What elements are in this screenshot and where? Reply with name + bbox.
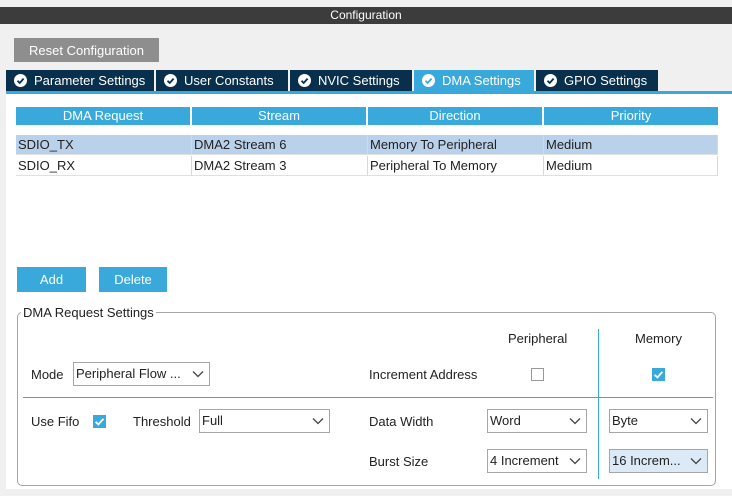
- burst-size-label: Burst Size: [369, 454, 429, 469]
- tab-gpio-settings[interactable]: GPIO Settings: [536, 70, 658, 91]
- tab-label: DMA Settings: [442, 73, 521, 88]
- threshold-value: Full: [202, 413, 223, 428]
- chevron-down-icon: [690, 458, 702, 465]
- column-header-dma-request[interactable]: DMA Request: [16, 107, 192, 125]
- increment-address-label: Increment Address: [369, 367, 478, 382]
- check-circle-icon: [14, 74, 27, 87]
- column-header-direction[interactable]: Direction: [368, 107, 544, 125]
- tab-label: User Constants: [184, 73, 274, 88]
- checkmark-icon: [653, 371, 664, 379]
- chevron-down-icon: [192, 371, 204, 378]
- memory-data-width-select[interactable]: Byte: [609, 409, 708, 433]
- use-fifo-label: Use Fifo: [31, 414, 80, 429]
- cell-dma-request: SDIO_RX: [16, 156, 192, 176]
- peripheral-data-width-value: Word: [490, 413, 521, 428]
- memory-burst-size-value: 16 Increm...: [612, 453, 681, 468]
- cell-stream: DMA2 Stream 6: [192, 135, 368, 155]
- memory-burst-size-select[interactable]: 16 Increm...: [609, 449, 708, 473]
- mode-value: Peripheral Flow ...: [76, 366, 181, 381]
- column-header-priority[interactable]: Priority: [544, 107, 718, 125]
- add-button[interactable]: Add: [17, 267, 86, 292]
- data-width-label: Data Width: [369, 414, 434, 429]
- check-circle-icon: [164, 74, 177, 87]
- check-circle-icon: [422, 74, 435, 87]
- mode-select[interactable]: Peripheral Flow ...: [73, 362, 210, 386]
- tab-nvic-settings[interactable]: NVIC Settings: [290, 70, 412, 91]
- use-fifo-checkbox[interactable]: [93, 415, 106, 428]
- threshold-label: Threshold: [133, 414, 191, 429]
- tab-parameter-settings[interactable]: Parameter Settings: [6, 70, 154, 91]
- column-divider: [598, 329, 599, 479]
- table-header: DMA Request Stream Direction Priority: [16, 107, 718, 125]
- table-row[interactable]: SDIO_TX DMA2 Stream 6 Memory To Peripher…: [16, 135, 718, 155]
- peripheral-increment-checkbox[interactable]: [531, 368, 544, 381]
- table-row[interactable]: SDIO_RX DMA2 Stream 3 Peripheral To Memo…: [16, 156, 718, 176]
- cell-direction: Memory To Peripheral: [368, 135, 544, 155]
- dma-request-table: DMA Request Stream Direction Priority SD…: [16, 107, 718, 176]
- cell-dma-request: SDIO_TX: [16, 135, 192, 155]
- check-circle-icon: [298, 74, 311, 87]
- row-divider: [23, 397, 713, 398]
- peripheral-data-width-select[interactable]: Word: [487, 409, 587, 433]
- tab-label: Parameter Settings: [34, 73, 146, 88]
- memory-column-label: Memory: [635, 331, 682, 346]
- cell-priority: Medium: [544, 156, 718, 176]
- tab-label: NVIC Settings: [318, 73, 400, 88]
- mode-label: Mode: [31, 367, 64, 382]
- checkmark-icon: [94, 418, 105, 426]
- tab-label: GPIO Settings: [564, 73, 648, 88]
- peripheral-column-label: Peripheral: [508, 331, 568, 346]
- chevron-down-icon: [690, 418, 702, 425]
- cell-stream: DMA2 Stream 3: [192, 156, 368, 176]
- check-circle-icon: [544, 74, 557, 87]
- reset-configuration-button[interactable]: Reset Configuration: [14, 38, 159, 62]
- peripheral-burst-size-value: 4 Increment: [490, 453, 559, 468]
- chevron-down-icon: [312, 418, 324, 425]
- delete-button[interactable]: Delete: [99, 267, 167, 292]
- memory-data-width-value: Byte: [612, 413, 639, 428]
- chevron-down-icon: [569, 418, 581, 425]
- memory-increment-checkbox[interactable]: [652, 368, 665, 381]
- tab-dma-settings[interactable]: DMA Settings: [414, 70, 534, 91]
- column-header-stream[interactable]: Stream: [192, 107, 368, 125]
- chevron-down-icon: [569, 458, 581, 465]
- group-legend: DMA Request Settings: [23, 305, 154, 320]
- tab-user-constants[interactable]: User Constants: [156, 70, 288, 91]
- threshold-select[interactable]: Full: [199, 409, 330, 433]
- peripheral-burst-size-select[interactable]: 4 Increment: [487, 449, 587, 473]
- cell-direction: Peripheral To Memory: [368, 156, 544, 176]
- window-title: Configuration: [0, 7, 732, 24]
- cell-priority: Medium: [544, 135, 718, 155]
